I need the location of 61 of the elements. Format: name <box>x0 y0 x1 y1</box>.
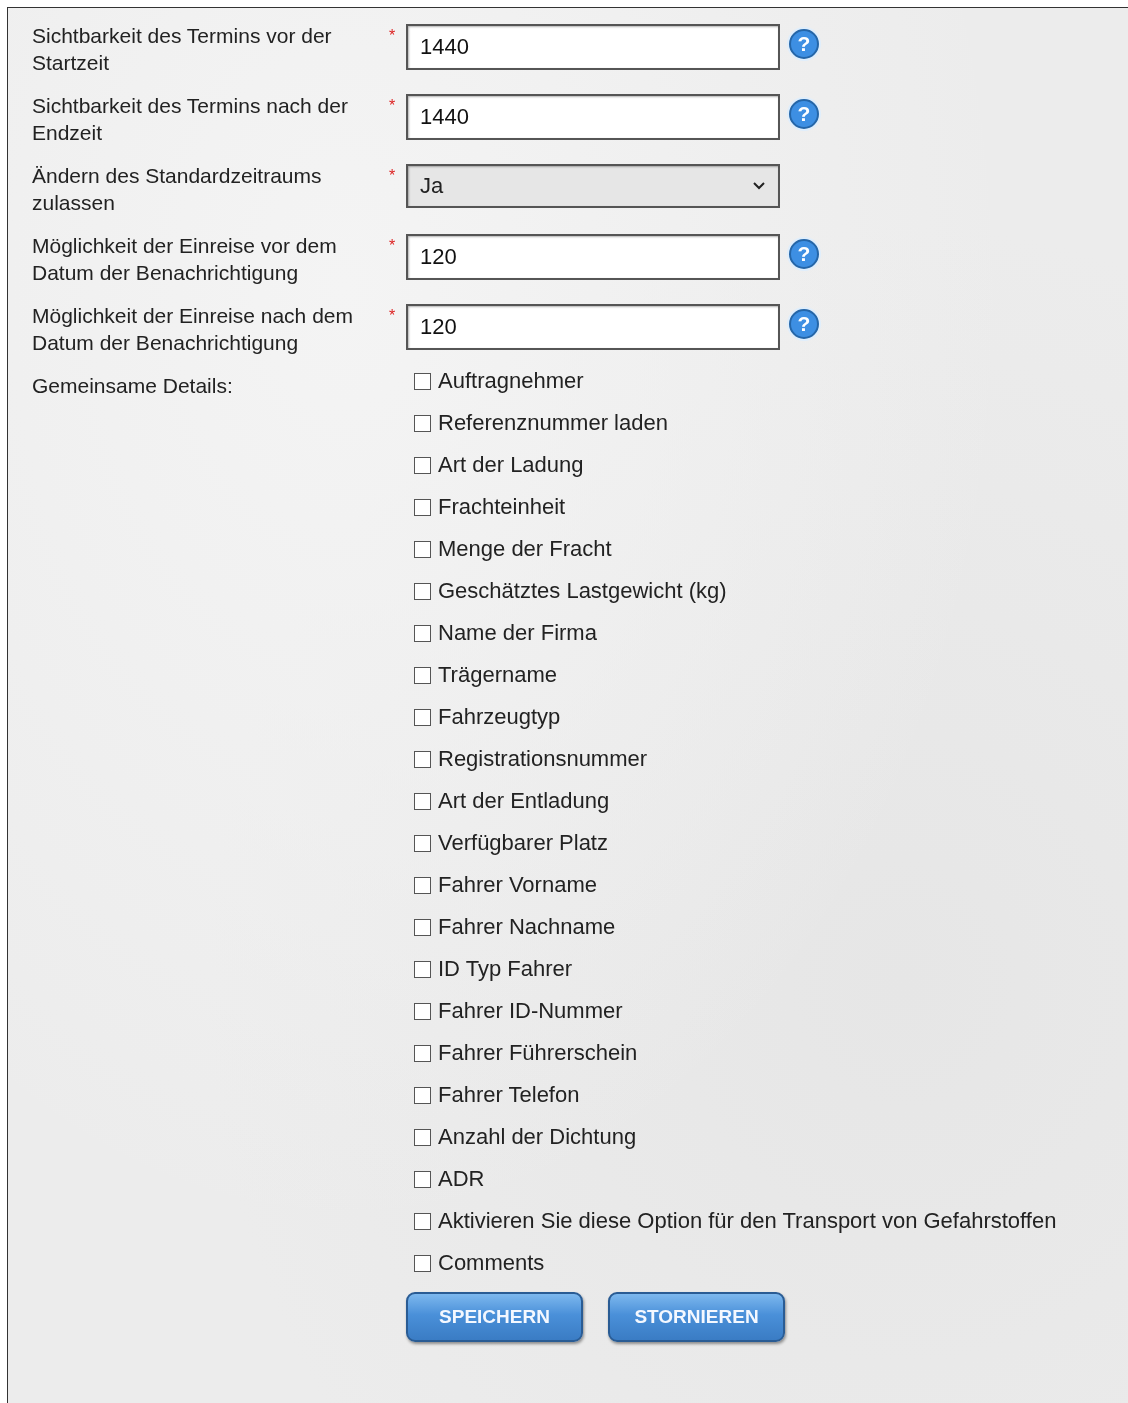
checkbox[interactable] <box>414 498 431 516</box>
checkbox[interactable] <box>414 792 431 810</box>
checkbox[interactable] <box>414 750 431 768</box>
checkbox-label[interactable]: Fahrer Telefon <box>438 1082 580 1108</box>
input-field[interactable]: 120 <box>406 234 780 280</box>
field-label: Ändern des Standardzeitraums zulassen <box>32 163 323 216</box>
checkbox-label[interactable]: Frachteinheit <box>438 494 566 520</box>
checkbox-label[interactable]: Name der Firma <box>438 620 597 646</box>
checkbox[interactable] <box>414 1170 431 1188</box>
checkbox-label[interactable]: Geschätztes Lastgewicht (kg) <box>438 578 727 604</box>
checkbox[interactable] <box>414 1212 431 1230</box>
checkbox[interactable] <box>414 414 431 432</box>
required-mark: * <box>388 236 396 254</box>
required-mark: * <box>388 166 396 184</box>
checkbox[interactable] <box>414 834 431 852</box>
checkbox-label[interactable]: Verfügbarer Platz <box>438 830 608 856</box>
field-label: Sichtbarkeit des Termins vor der Startzeit <box>32 23 333 76</box>
checkbox[interactable] <box>414 876 431 894</box>
checkbox-label[interactable]: Fahrer Vorname <box>438 872 597 898</box>
checkbox[interactable] <box>414 1128 431 1146</box>
input-field[interactable]: 1440 <box>406 24 780 70</box>
checkbox-label[interactable]: Anzahl der Dichtung <box>438 1124 637 1150</box>
checkbox[interactable] <box>414 540 431 558</box>
section-label: Gemeinsame Details: <box>32 373 234 399</box>
field-label: Möglichkeit der Einreise vor dem Datum der Benachrichtigung <box>32 233 338 286</box>
required-mark: * <box>388 306 396 324</box>
input-field[interactable]: 1440 <box>406 94 780 140</box>
checkbox[interactable] <box>414 1044 431 1062</box>
field-label: Sichtbarkeit des Termins nach der Endzeit <box>32 93 349 146</box>
checkbox[interactable] <box>414 918 431 936</box>
checkbox-label[interactable]: ADR <box>438 1166 485 1192</box>
checkbox-label[interactable]: Trägername <box>438 662 557 688</box>
checkbox-label[interactable]: Art der Ladung <box>438 452 584 478</box>
required-mark: * <box>388 26 396 44</box>
checkbox[interactable] <box>414 1254 431 1272</box>
checkbox[interactable] <box>414 1002 431 1020</box>
input-field[interactable]: 120 <box>406 304 780 350</box>
checkbox-label[interactable]: Menge der Fracht <box>438 536 612 562</box>
checkbox[interactable] <box>414 372 431 390</box>
checkbox-label[interactable]: Fahrer ID-Nummer <box>438 998 623 1024</box>
checkbox-label[interactable]: Fahrer Nachname <box>438 914 616 940</box>
checkbox[interactable] <box>414 708 431 726</box>
checkbox[interactable] <box>414 960 431 978</box>
dropdown[interactable]: Ja <box>406 164 780 208</box>
chevron-down-icon <box>752 181 766 191</box>
checkbox[interactable] <box>414 582 431 600</box>
checkbox[interactable] <box>414 456 431 474</box>
field-label: Möglichkeit der Einreise nach dem Datum der Benachrichtigung <box>32 303 354 356</box>
checkbox[interactable] <box>414 624 431 642</box>
checkbox-label[interactable]: Fahrzeugtyp <box>438 704 561 730</box>
checkbox-label[interactable]: Registrationsnummer <box>438 746 648 772</box>
checkbox-label[interactable]: Comments <box>438 1250 545 1276</box>
checkbox-label[interactable]: Aktivieren Sie diese Option für den Transport von Gefahrstoffen <box>438 1208 1057 1234</box>
checkbox[interactable] <box>414 1086 431 1104</box>
checkbox-label[interactable]: ID Typ Fahrer <box>438 956 573 982</box>
checkbox[interactable] <box>414 666 431 684</box>
checkbox-label[interactable]: Referenznummer laden <box>438 410 668 436</box>
checkbox-label[interactable]: Fahrer Führerschein <box>438 1040 638 1066</box>
checkbox-label[interactable]: Art der Entladung <box>438 788 610 814</box>
checkbox-label[interactable]: Auftragnehmer <box>438 368 584 394</box>
required-mark: * <box>388 96 396 114</box>
